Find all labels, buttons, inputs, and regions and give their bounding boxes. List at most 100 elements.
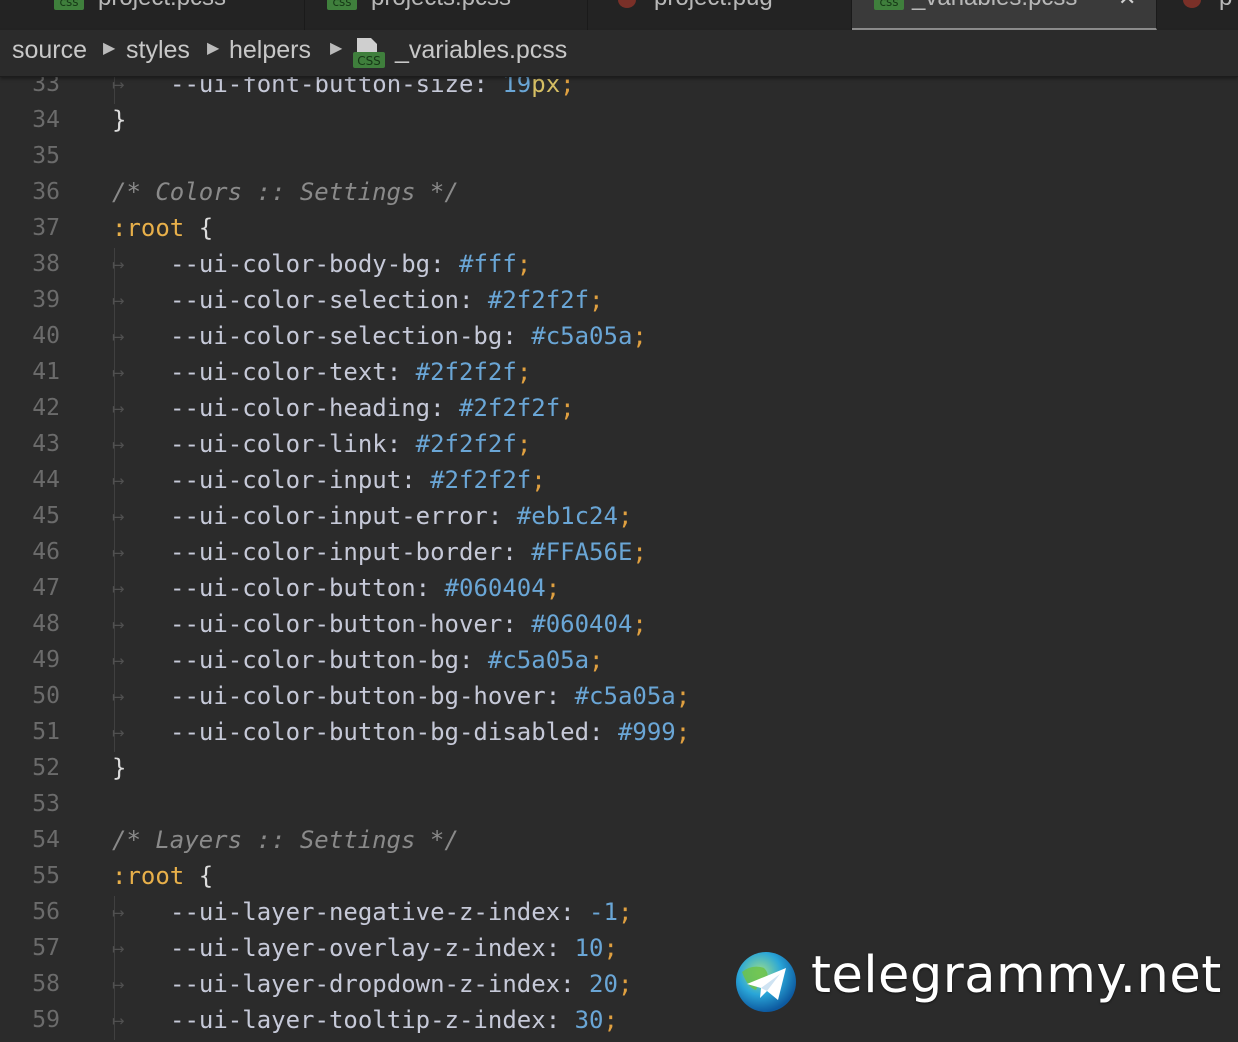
property-value: #c5a05a [531, 322, 633, 350]
code-line[interactable]: 47 ↦ --ui-color-button: #060404; [0, 572, 1238, 608]
code-line[interactable]: 52} [0, 752, 1238, 788]
tab-label: p [1219, 0, 1232, 12]
semicolon: ; [516, 250, 532, 278]
property-name: --ui-color-selection-bg [170, 322, 503, 350]
property-name: --ui-color-text [170, 358, 387, 386]
tab-p[interactable]: p [1157, 0, 1238, 30]
semicolon: ; [632, 610, 647, 638]
svg-text:CSS: CSS [357, 54, 381, 68]
semicolon: ; [560, 394, 575, 422]
rule-selector: :root { [112, 862, 213, 890]
line-number: 41 [32, 359, 60, 385]
colon: : [430, 250, 459, 278]
tab-bar: css project.pcss css projects.pcss proje… [0, 0, 1238, 30]
code-line[interactable]: 54 /* Layers :: Settings */ [0, 824, 1238, 860]
code-line[interactable]: 51 ↦ --ui-color-button-bg-disabled: #999; [0, 716, 1238, 752]
property-name: --ui-color-link [170, 430, 387, 458]
code-line[interactable]: 34} [0, 104, 1238, 140]
colon: : [458, 286, 488, 314]
tab-label: project.pcss [98, 0, 226, 12]
code-editor[interactable]: 33 ↦ --ui-font-button-size: 19px; 34} 35 36/*… [0, 68, 1238, 1042]
property-name: --ui-color-input-error [170, 502, 488, 530]
code-line[interactable]: 36 /* Colors :: Settings */ [0, 176, 1238, 212]
code-line[interactable]: 48 ↦ --ui-color-button-hover: #060404; [0, 608, 1238, 644]
semicolon: ; [545, 574, 561, 602]
colon: : [502, 610, 532, 638]
pug-file-icon [1183, 0, 1201, 8]
tab-arrow-icon: ↦ [112, 652, 125, 670]
tab-arrow-icon: ↦ [112, 256, 125, 274]
chevron-right-icon: ▶ [207, 40, 220, 57]
code-line[interactable]: 35 [0, 140, 1238, 176]
code-line[interactable]: 45 ↦ --ui-color-input-error: #eb1c24; [0, 500, 1238, 536]
code-line[interactable]: 38 ↦ --ui-color-body-bg: #fff; [0, 248, 1238, 284]
tab-variables-pcss[interactable]: css _variables.pcss ✕ [852, 0, 1157, 30]
property-value: #eb1c24 [516, 502, 618, 530]
declaration: --ui-color-body-bg: #fff; [170, 250, 531, 278]
breadcrumb-item-helpers[interactable]: helpers [229, 36, 311, 65]
semicolon: ; [675, 718, 691, 746]
breadcrumb: source ▶ styles ▶ helpers ▶ CSS _variabl… [0, 30, 1238, 77]
open-brace: { [198, 214, 214, 242]
declaration: --ui-layer-negative-z-index: -1; [170, 898, 632, 926]
tab-arrow-icon: ↦ [112, 976, 125, 994]
semicolon: ; [632, 322, 647, 350]
colon: : [415, 574, 445, 602]
code-line[interactable]: 46 ↦ --ui-color-input-border: #FFA56E; [0, 536, 1238, 572]
code-line[interactable]: 49 ↦ --ui-color-button-bg: #c5a05a; [0, 644, 1238, 680]
line-number: 45 [32, 503, 60, 529]
breadcrumb-item-styles[interactable]: styles [126, 36, 190, 65]
line-number: 39 [32, 287, 60, 313]
code-line[interactable]: 55:root { [0, 860, 1238, 896]
tab-arrow-icon: ↦ [112, 364, 125, 382]
tab-label: _variables.pcss [912, 0, 1077, 12]
semicolon: ; [516, 358, 532, 386]
close-brace: } [112, 106, 127, 134]
tab-project-pcss[interactable]: css project.pcss [34, 0, 305, 30]
line-number: 38 [32, 251, 60, 277]
line-number: 37 [32, 215, 60, 241]
property-value: #c5a05a [574, 682, 676, 710]
css-file-icon: css [54, 0, 84, 10]
property-value: #2f2f2f [415, 358, 517, 386]
semicolon: ; [589, 286, 604, 314]
tab-arrow-icon: ↦ [112, 940, 125, 958]
line-number: 40 [32, 323, 60, 349]
tab-project-pug[interactable]: project.pug [588, 0, 852, 30]
colon: : [386, 430, 416, 458]
breadcrumb-file[interactable]: _variables.pcss [395, 36, 567, 65]
line-number: 56 [32, 899, 60, 925]
code-line[interactable]: 37 :root { [0, 212, 1238, 248]
close-icon[interactable]: ✕ [1118, 0, 1136, 11]
selector: :root [112, 214, 185, 242]
code-line[interactable]: 53 [0, 788, 1238, 824]
tab-arrow-icon: ↦ [112, 400, 125, 418]
code-line[interactable]: 41 ↦ --ui-color-text: #2f2f2f; [0, 356, 1238, 392]
colon: : [545, 682, 575, 710]
css-file-icon: CSS [353, 38, 385, 68]
property-value: #2f2f2f [415, 430, 517, 458]
code-line[interactable]: 56 ↦ --ui-layer-negative-z-index: -1; [0, 896, 1238, 932]
code-line[interactable]: 43 ↦ --ui-color-link: #2f2f2f; [0, 428, 1238, 464]
declaration: --ui-layer-overlay-z-index: 10; [170, 934, 618, 962]
breadcrumb-item-source[interactable]: source [12, 36, 87, 65]
semicolon: ; [675, 682, 691, 710]
colon: : [560, 898, 590, 926]
property-value: #999 [617, 718, 676, 746]
tab-projects-pcss[interactable]: css projects.pcss [305, 0, 588, 30]
colon: : [502, 538, 532, 566]
code-line[interactable]: 39 ↦ --ui-color-selection: #2f2f2f; [0, 284, 1238, 320]
pug-file-icon [618, 0, 636, 8]
property-value: -1 [589, 898, 618, 926]
code-line[interactable]: 40 ↦ --ui-color-selection-bg: #c5a05a; [0, 320, 1238, 356]
tab-arrow-icon: ↦ [112, 688, 125, 706]
code-line[interactable]: 50 ↦ --ui-color-button-bg-hover: #c5a05a; [0, 680, 1238, 716]
code-line[interactable]: 44 ↦ --ui-color-input: #2f2f2f; [0, 464, 1238, 500]
selector: :root [112, 862, 185, 890]
colon: : [401, 466, 431, 494]
line-number: 36 [32, 179, 60, 205]
line-number: 50 [32, 683, 60, 709]
code-line[interactable]: 42 ↦ --ui-color-heading: #2f2f2f; [0, 392, 1238, 428]
property-name: --ui-color-button [170, 574, 416, 602]
